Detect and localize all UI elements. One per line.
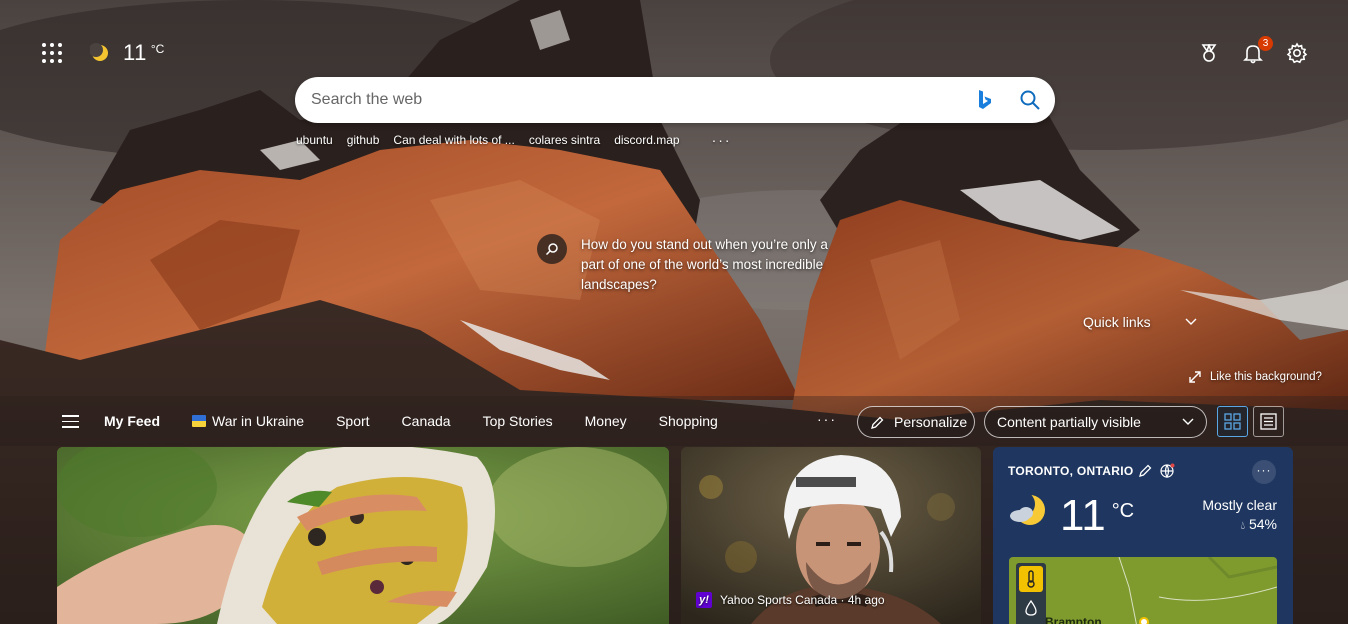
tab-label: Sport (336, 413, 370, 429)
weather-precip: 💧︎ 54% (1202, 515, 1277, 536)
notifications-button[interactable]: 3 (1242, 36, 1273, 64)
pencil-icon (871, 416, 884, 429)
map-layer-tabs (1016, 563, 1046, 624)
thermometer-icon (1027, 570, 1035, 588)
tab-my-feed[interactable]: My Feed (104, 413, 160, 429)
caption-text[interactable]: How do you stand out when you’re only a … (581, 235, 841, 295)
moon-cloud-icon (1009, 492, 1045, 525)
tab-label: Canada (401, 413, 451, 429)
weather-location[interactable]: TORONTO, ONTARIO (1008, 464, 1133, 478)
recent-searches-more-button[interactable]: ··· (712, 132, 732, 148)
weather-precip-value: 54% (1248, 516, 1277, 532)
weather-mini-temperature: 11 (123, 40, 147, 65)
content-visibility-value: Content partially visible (997, 414, 1141, 430)
droplet-icon (1025, 600, 1037, 616)
temperature-layer-tab[interactable] (1019, 566, 1043, 592)
hamburger-menu-icon[interactable] (62, 415, 79, 428)
tab-shopping[interactable]: Shopping (659, 413, 718, 429)
droplet-icon: 💧︎ (1240, 520, 1246, 532)
moon-icon (90, 43, 108, 61)
tab-war-in-ukraine[interactable]: War in Ukraine (192, 413, 304, 429)
news-card-food[interactable] (57, 447, 669, 624)
search-bar (295, 77, 1055, 123)
tab-label: Shopping (658, 413, 718, 429)
weather-more-button[interactable]: ··· (1252, 460, 1276, 484)
map-city-label: Brampton (1045, 615, 1102, 624)
like-background-button[interactable]: Like this background? (1188, 370, 1322, 384)
precipitation-layer-tab[interactable] (1019, 595, 1043, 621)
tab-money[interactable]: Money (585, 413, 627, 429)
feed-nav: My Feed War in Ukraine Sport Canada Top … (0, 396, 1348, 446)
list-view-button[interactable] (1253, 406, 1284, 437)
tab-label: War in Ukraine (212, 413, 305, 429)
bing-logo-icon[interactable] (977, 89, 993, 111)
chevron-down-icon (1185, 318, 1197, 325)
chevron-down-icon (1182, 418, 1194, 425)
content-visibility-select[interactable]: Content partially visible (984, 406, 1207, 438)
top-left-bar: 11 °C (40, 40, 164, 66)
weather-condition-text: Mostly clear (1202, 497, 1277, 513)
more-tabs-button[interactable]: ··· (817, 411, 837, 427)
like-background-label: Like this background? (1210, 371, 1322, 383)
recent-search-item[interactable]: github (347, 133, 380, 147)
tab-top-stories[interactable]: Top Stories (483, 413, 553, 429)
weather-main: 11 °C Mostly clear 💧︎ 54% (1008, 492, 1278, 538)
globe-icon[interactable] (1160, 463, 1175, 478)
weather-mini-unit: °C (150, 42, 165, 56)
weather-condition: Mostly clear 💧︎ 54% (1202, 496, 1277, 536)
weather-card[interactable]: TORONTO, ONTARIO ··· 11 °C Mostly clear … (993, 447, 1293, 624)
edit-location-icon[interactable] (1139, 464, 1152, 477)
rewards-button[interactable] (1198, 42, 1220, 64)
tab-canada[interactable]: Canada (402, 413, 451, 429)
card-source: y! Yahoo Sports Canada · 4h ago (696, 592, 885, 608)
weather-temperature: 11 (1060, 491, 1106, 540)
expand-icon (1189, 371, 1201, 383)
weather-unit: °C (1111, 500, 1135, 522)
tab-label: My Feed (104, 413, 161, 429)
map-image (1118, 557, 1277, 624)
background-caption: How do you stand out when you’re only a … (537, 234, 841, 295)
grid-view-button[interactable] (1217, 406, 1248, 437)
settings-button[interactable] (1286, 42, 1308, 64)
ukraine-flag-icon (192, 415, 207, 427)
rewards-icon (1201, 44, 1217, 62)
quick-links-label: Quick links (1083, 314, 1151, 330)
tab-label: Top Stories (482, 413, 553, 429)
list-view-icon (1260, 413, 1277, 430)
tab-sport[interactable]: Sport (336, 413, 369, 429)
quick-links-toggle[interactable]: Quick links (1083, 314, 1197, 330)
feed-tabs: My Feed War in Ukraine Sport Canada Top … (104, 413, 750, 429)
personalize-label: Personalize (894, 414, 968, 430)
recent-search-item[interactable]: Can deal with lots of ... (393, 133, 514, 147)
weather-map[interactable]: Brampton (1009, 557, 1277, 624)
weather-mini[interactable]: 11 °C (90, 40, 164, 66)
recent-search-item[interactable]: colares sintra (529, 133, 600, 147)
top-right-bar: 3 (1198, 36, 1308, 64)
food-image (57, 447, 669, 624)
search-icon[interactable] (1019, 89, 1041, 111)
yahoo-logo-icon: y! (696, 592, 712, 608)
weather-card-header: TORONTO, ONTARIO (1008, 463, 1278, 478)
notification-badge: 3 (1258, 36, 1273, 51)
app-launcher-button[interactable] (40, 41, 64, 65)
personalize-button[interactable]: Personalize (857, 406, 975, 438)
recent-searches: ubuntu github Can deal with lots of ... … (296, 132, 732, 148)
gear-icon (1286, 42, 1308, 64)
recent-search-item[interactable]: ubuntu (296, 133, 333, 147)
search-input[interactable] (311, 91, 977, 109)
tab-label: Money (584, 413, 627, 429)
caption-search-button[interactable] (537, 234, 567, 264)
news-card-hockey[interactable]: y! Yahoo Sports Canada · 4h ago (681, 447, 981, 624)
grid-view-icon (1224, 413, 1241, 430)
recent-search-item[interactable]: discord.map (614, 133, 679, 147)
magnifier-icon (545, 243, 558, 256)
card-source-label: Yahoo Sports Canada · 4h ago (720, 593, 885, 607)
